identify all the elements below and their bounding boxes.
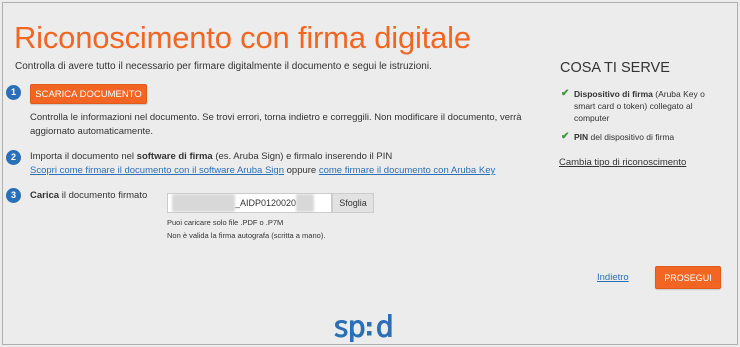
requirement-pin-bold: PIN bbox=[574, 132, 589, 142]
requirement-device-line2: smart card o token) collegato al bbox=[574, 101, 693, 111]
step-1-description: Controlla le informazioni nel documento.… bbox=[30, 111, 522, 139]
sidebar-title: COSA TI SERVE bbox=[560, 60, 670, 76]
check-icon: ✔ bbox=[561, 131, 570, 142]
step-2-post: (es. Aruba Sign) e firmalo inserendo il … bbox=[212, 151, 393, 162]
aruba-sign-link[interactable]: Scopri come firmare il documento con il … bbox=[30, 165, 284, 176]
step-3-label: Carica il documento firmato bbox=[30, 189, 147, 203]
step-3-badge: 3 bbox=[6, 188, 21, 203]
requirement-device-bold: Dispositivo di firma bbox=[574, 89, 653, 99]
requirement-device: Dispositivo di firma (Aruba Key o smart … bbox=[574, 88, 705, 124]
step-2-oppure: oppure bbox=[283, 165, 319, 176]
requirement-device-line3: computer bbox=[574, 113, 610, 123]
requirement-pin: PIN del dispositivo di firma bbox=[574, 131, 674, 143]
browse-button[interactable]: Sfoglia bbox=[332, 193, 374, 213]
file-name-text: _AIDP0120020 bbox=[235, 198, 297, 208]
requirement-device-rest: (Aruba Key o bbox=[652, 89, 705, 99]
step-2-badge: 2 bbox=[6, 150, 21, 165]
aruba-key-link[interactable]: come firmare il documento con Aruba Key bbox=[319, 165, 495, 176]
step-1-badge: 1 bbox=[6, 85, 21, 100]
spid-logo bbox=[334, 314, 392, 342]
proceed-button[interactable]: PROSEGUI bbox=[655, 266, 721, 289]
step-1-desc-line1: Controlla le informazioni nel documento.… bbox=[30, 112, 522, 123]
requirement-pin-rest: del dispositivo di firma bbox=[588, 132, 675, 142]
step-2-description: Importa il documento nel software di fir… bbox=[30, 150, 495, 178]
download-document-button[interactable]: SCARICA DOCUMENTO bbox=[30, 84, 147, 104]
step-2-pre: Importa il documento nel bbox=[30, 151, 137, 162]
back-link[interactable]: Indietro bbox=[597, 272, 629, 283]
step-1-desc-line2: aggiornato automaticamente. bbox=[30, 126, 154, 137]
file-type-note: Puoi caricare solo file .PDF o .P7M bbox=[167, 218, 284, 227]
intro-text: Controlla di avere tutto il necessario p… bbox=[15, 61, 432, 72]
step-3-rest: il documento firmato bbox=[59, 190, 148, 201]
step-2-bold: software di firma bbox=[136, 151, 213, 162]
page-title: Riconoscimento con firma digitale bbox=[14, 20, 471, 55]
change-recognition-link[interactable]: Cambia tipo di riconoscimento bbox=[559, 157, 686, 169]
file-name-field[interactable]: xxxxxxxxxxxxxx_AIDP0120020xxxx bbox=[167, 193, 332, 213]
step-3-bold: Carica bbox=[30, 190, 60, 201]
file-suffix-redacted: xxxx bbox=[296, 194, 315, 212]
signature-note: Non è valida la firma autografa (scritta… bbox=[167, 231, 326, 240]
file-prefix-redacted: xxxxxxxxxxxxxx bbox=[172, 194, 235, 212]
check-icon: ✔ bbox=[561, 88, 570, 99]
